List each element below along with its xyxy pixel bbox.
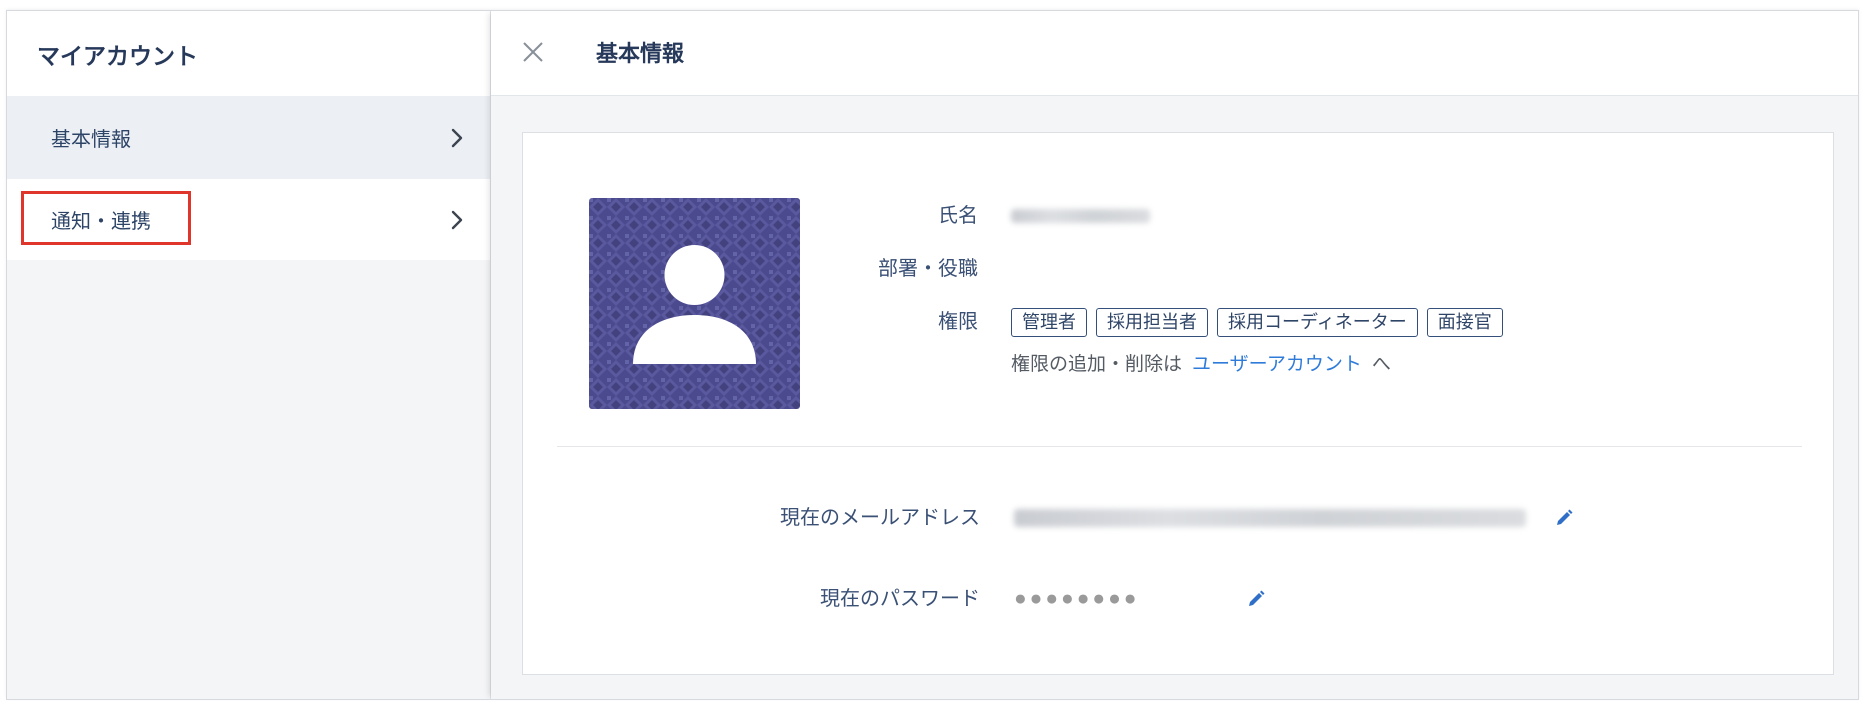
email-value-redacted bbox=[1014, 509, 1526, 527]
avatar[interactable] bbox=[589, 198, 800, 409]
role-note-prefix: 権限の追加・削除は bbox=[1011, 354, 1183, 375]
role-badge: 面接官 bbox=[1426, 308, 1503, 337]
role-note-suffix: へ bbox=[1371, 354, 1391, 375]
role-badge: 管理者 bbox=[1011, 308, 1087, 337]
name-value-redacted bbox=[1011, 209, 1150, 223]
pencil-icon[interactable] bbox=[1246, 589, 1266, 609]
sidebar-item-basic-info[interactable]: 基本情報 bbox=[7, 96, 490, 179]
chevron-right-icon bbox=[451, 210, 463, 229]
section-divider bbox=[557, 446, 1802, 447]
user-account-link[interactable]: ユーザーアカウント bbox=[1192, 354, 1362, 375]
role-badge: 採用担当者 bbox=[1096, 308, 1208, 337]
main-panel: 基本情報 氏名 部署・役職 権限 管理者 採用担当者 採用コーディネーター 面接… bbox=[491, 11, 1858, 699]
sidebar-item-notifications[interactable]: 通知・連携 bbox=[7, 179, 490, 260]
close-icon[interactable] bbox=[521, 40, 545, 64]
page-title: 基本情報 bbox=[596, 41, 685, 66]
name-label: 氏名 bbox=[938, 205, 978, 227]
email-label: 現在のメールアドレス bbox=[780, 507, 980, 529]
role-note: 権限の追加・削除は ユーザーアカウントへ bbox=[1011, 350, 1391, 380]
role-badges: 管理者 採用担当者 採用コーディネーター 面接官 bbox=[1011, 308, 1503, 337]
person-icon bbox=[664, 245, 725, 305]
sidebar-item-label: 基本情報 bbox=[51, 129, 131, 151]
role-badge: 採用コーディネーター bbox=[1217, 308, 1418, 337]
department-label: 部署・役職 bbox=[878, 258, 978, 280]
password-label: 現在のパスワード bbox=[820, 588, 980, 610]
main-header: 基本情報 bbox=[491, 11, 1858, 96]
my-account-window: マイアカウント 基本情報 通知・連携 基本情報 氏名 部署・役職 権限 管理者 … bbox=[6, 10, 1859, 700]
sidebar-item-label: 通知・連携 bbox=[51, 211, 151, 233]
sidebar: マイアカウント 基本情報 通知・連携 bbox=[7, 11, 491, 699]
basic-info-card: 氏名 部署・役職 権限 管理者 採用担当者 採用コーディネーター 面接官 権限の… bbox=[522, 132, 1834, 675]
password-mask: ●●●●●●●● bbox=[1014, 587, 1140, 610]
role-label: 権限 bbox=[938, 311, 978, 333]
pencil-icon[interactable] bbox=[1554, 508, 1574, 528]
chevron-right-icon bbox=[451, 128, 463, 147]
sidebar-title: マイアカウント bbox=[7, 11, 490, 96]
